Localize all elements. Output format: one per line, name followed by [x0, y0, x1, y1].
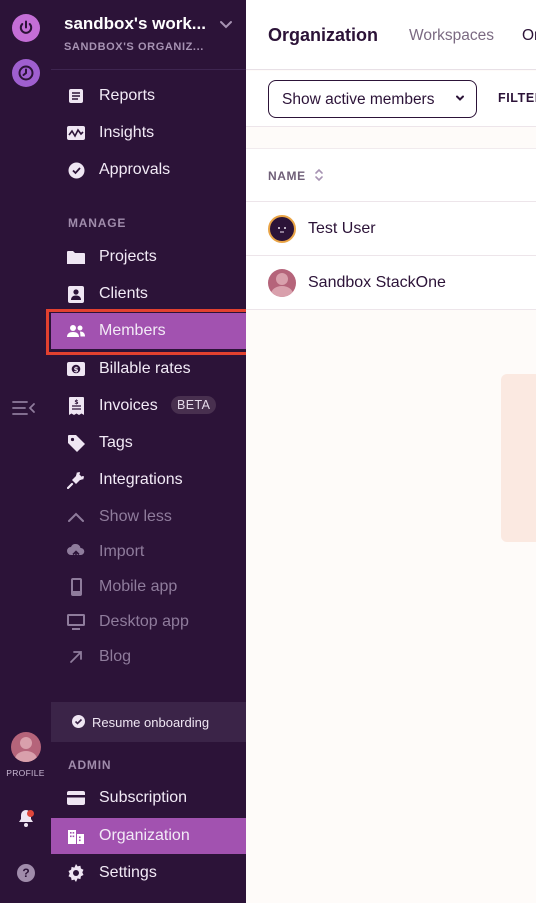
sidebar-item-integrations[interactable]: Integrations — [51, 462, 246, 498]
resume-onboarding-button[interactable]: Resume onboarding — [51, 702, 246, 742]
card-icon — [67, 789, 85, 807]
member-name: Test User — [308, 220, 376, 237]
svg-text:$: $ — [74, 399, 78, 406]
sidebar-item-label: Projects — [99, 248, 157, 265]
tag-icon — [67, 434, 85, 452]
admin-heading: ADMIN — [68, 758, 112, 772]
sidebar-item-settings[interactable]: Settings — [51, 855, 246, 891]
table-header: NAME — [246, 148, 536, 202]
sidebar-item-label: Desktop app — [99, 613, 189, 630]
sidebar-item-label: Subscription — [99, 789, 188, 806]
building-icon — [67, 827, 85, 845]
sidebar-item-label: Mobile app — [99, 578, 178, 595]
power-icon[interactable] — [12, 14, 40, 42]
user-avatar — [268, 215, 296, 243]
resume-onboarding-label: Resume onboarding — [92, 714, 210, 730]
sidebar-item-approvals[interactable]: Approvals — [51, 152, 246, 188]
desktop-icon — [67, 613, 85, 631]
plug-icon — [67, 471, 85, 489]
tab-workspaces[interactable]: Workspaces — [409, 27, 494, 45]
sidebar-item-desktop-app[interactable]: Desktop app — [51, 604, 246, 640]
manage-heading: MANAGE — [68, 216, 127, 230]
table-row[interactable]: Test User — [246, 202, 536, 256]
invoice-icon: $ — [67, 397, 85, 415]
organization-name: SANDBOX'S ORGANIZ... — [64, 41, 204, 53]
chevron-up-icon — [67, 508, 85, 526]
profile-avatar[interactable] — [11, 732, 41, 762]
sidebar-item-label: Tags — [99, 434, 133, 451]
tab-organization[interactable]: Or — [522, 27, 536, 45]
clock-icon[interactable] — [12, 59, 40, 87]
user-avatar — [268, 269, 296, 297]
member-name: Sandbox StackOne — [308, 274, 446, 291]
approvals-icon — [67, 161, 85, 179]
main-content: Organization Workspaces Or Show active m… — [246, 0, 536, 903]
chevron-down-icon — [456, 95, 464, 101]
beta-badge: BETA — [171, 396, 217, 414]
select-value: Show active members — [282, 91, 435, 108]
collapse-sidebar-icon[interactable] — [12, 398, 36, 418]
svg-text:$: $ — [74, 366, 79, 374]
sidebar-item-label: Organization — [99, 827, 190, 844]
mobile-icon — [67, 578, 85, 596]
sidebar-item-mobile-app[interactable]: Mobile app — [51, 569, 246, 605]
filters-label[interactable]: FILTER — [498, 91, 536, 105]
sidebar-item-billable-rates[interactable]: $ Billable rates — [51, 351, 246, 387]
help-icon[interactable]: ? — [17, 864, 35, 882]
sidebar-item-blog[interactable]: Blog — [51, 639, 246, 675]
client-icon — [67, 285, 85, 303]
notification-dot — [27, 810, 34, 817]
sidebar-item-label: Insights — [99, 124, 155, 141]
sort-icon[interactable] — [313, 167, 325, 183]
workspace-switcher[interactable]: sandbox's work... SANDBOX'S ORGANIZ... — [51, 0, 246, 70]
sidebar-item-label: Approvals — [99, 161, 171, 178]
sidebar-item-invoices[interactable]: $ Invoices BETA — [51, 388, 246, 424]
insights-icon — [67, 124, 85, 142]
table-row[interactable]: Sandbox StackOne — [246, 256, 536, 310]
sidebar-item-label: Import — [99, 543, 145, 560]
page-header: Organization Workspaces Or — [246, 0, 536, 70]
chevron-down-icon[interactable] — [218, 16, 234, 32]
sidebar-item-import[interactable]: Import — [51, 534, 246, 570]
sidebar-item-subscription[interactable]: Subscription — [51, 780, 246, 816]
sidebar: sandbox's work... SANDBOX'S ORGANIZ... R… — [51, 0, 246, 903]
sidebar-item-show-less[interactable]: Show less — [51, 499, 246, 535]
members-highlight — [46, 309, 249, 355]
sidebar-item-clients[interactable]: Clients — [51, 276, 246, 312]
folder-icon — [67, 248, 85, 266]
workspace-name[interactable]: sandbox's work... — [64, 14, 206, 34]
filter-bar: Show active members FILTER — [246, 71, 536, 127]
external-arrow-icon — [67, 648, 85, 666]
sidebar-item-label: Invoices — [99, 397, 158, 414]
sidebar-item-label: Blog — [99, 648, 132, 665]
sidebar-item-label: Billable rates — [99, 360, 191, 377]
app-rail: PROFILE ? — [0, 0, 51, 903]
sidebar-item-label: Show less — [99, 508, 172, 525]
sidebar-item-organization[interactable]: Organization — [51, 818, 246, 854]
reports-icon — [67, 87, 85, 105]
sidebar-item-insights[interactable]: Insights — [51, 115, 246, 151]
gear-icon — [67, 864, 85, 882]
profile-label[interactable]: PROFILE — [0, 768, 51, 778]
check-circle-icon — [72, 715, 85, 728]
dollar-icon: $ — [67, 360, 85, 378]
cloud-upload-icon — [67, 543, 85, 561]
member-status-select[interactable]: Show active members — [268, 80, 477, 118]
sidebar-item-label: Settings — [99, 864, 157, 881]
sidebar-item-tags[interactable]: Tags — [51, 425, 246, 461]
sidebar-item-label: Clients — [99, 285, 148, 302]
page-title: Organization — [268, 25, 379, 45]
info-card — [501, 374, 536, 542]
sidebar-item-label: Reports — [99, 87, 156, 104]
sidebar-item-label: Integrations — [99, 471, 183, 488]
sidebar-item-projects[interactable]: Projects — [51, 239, 246, 275]
column-header-name[interactable]: NAME — [268, 169, 306, 183]
sidebar-item-reports[interactable]: Reports — [51, 78, 246, 114]
